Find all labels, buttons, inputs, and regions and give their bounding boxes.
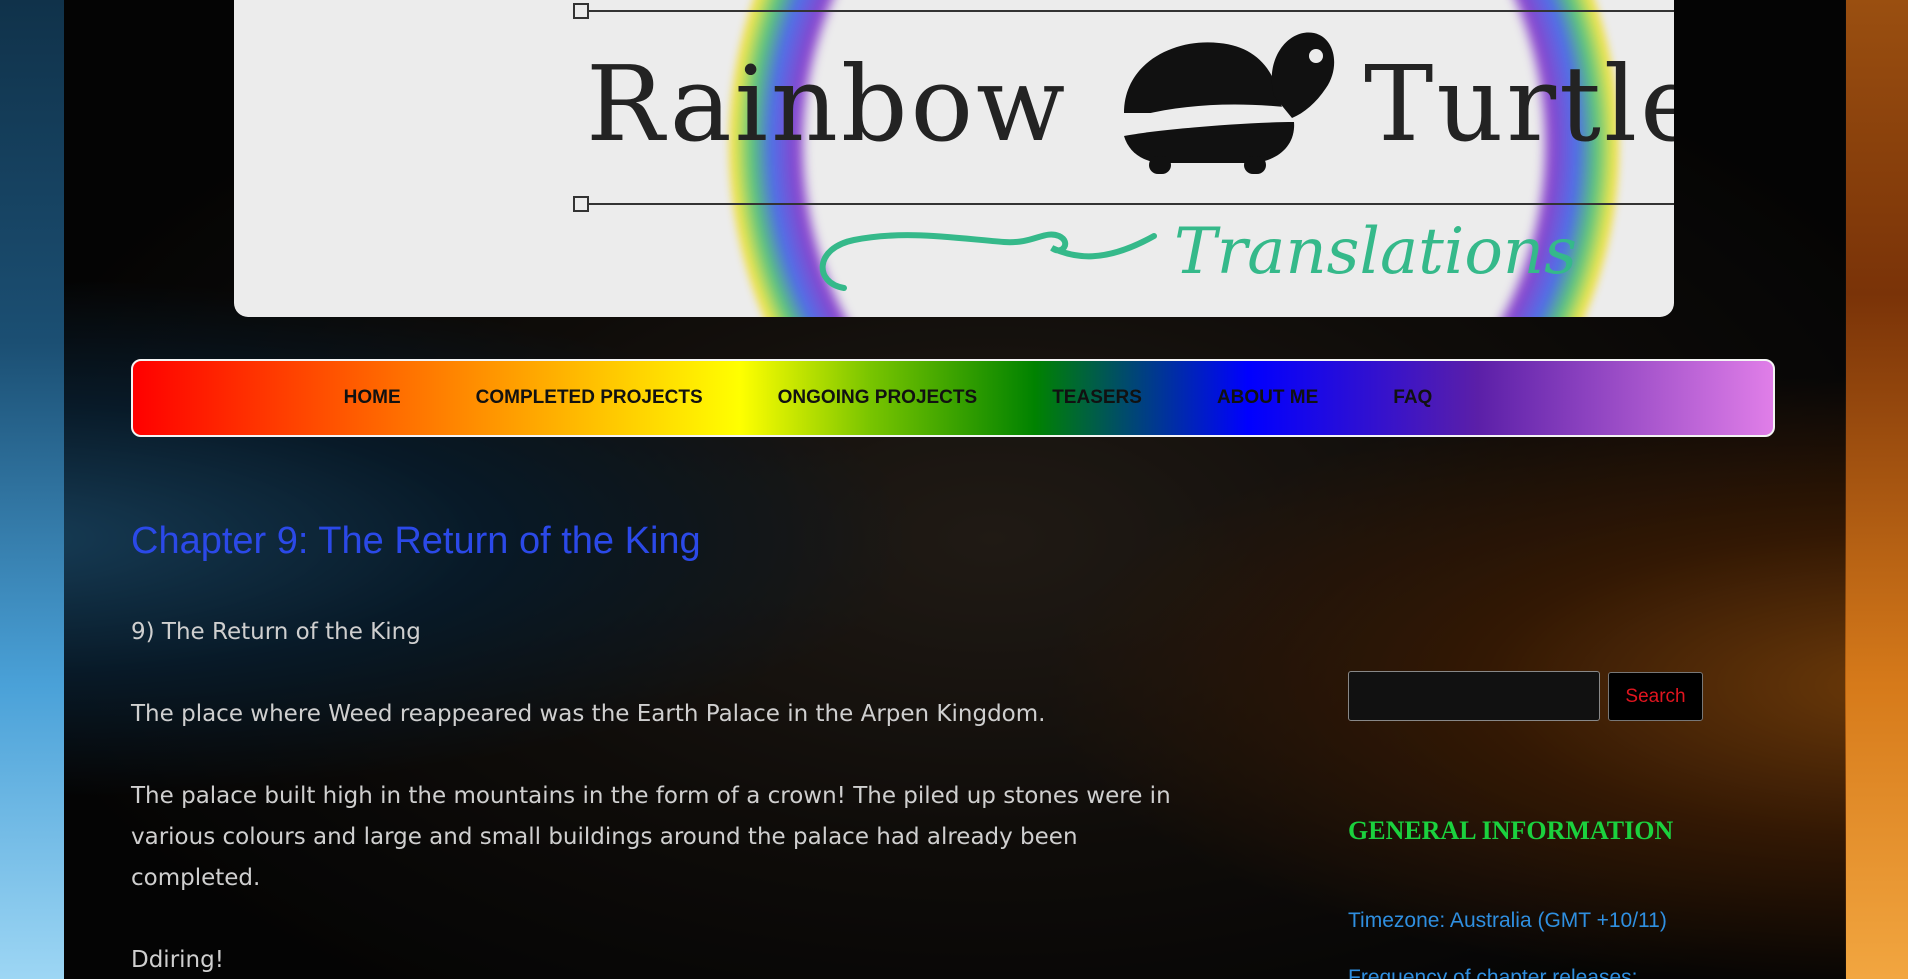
logo-rule-end xyxy=(573,3,589,19)
logo-bottom-rule xyxy=(579,203,1674,205)
logo-title-rainbow: Rainbow xyxy=(586,43,1069,165)
page: Rainbow Turtle Translations HOME COMPLET… xyxy=(0,0,1908,979)
nav-item-ongoing-projects[interactable]: ONGOING PROJECTS xyxy=(778,387,978,409)
search-button[interactable]: Search xyxy=(1608,672,1703,721)
post-body: 9) The Return of the King The place wher… xyxy=(131,612,1206,979)
post-paragraph: The palace built high in the mountains i… xyxy=(131,783,1171,891)
turtle-icon xyxy=(1114,32,1335,174)
post-paragraph: Ddiring! xyxy=(131,947,224,973)
post-paragraph: 9) The Return of the King xyxy=(131,619,421,645)
timezone-link[interactable]: Timezone: Australia (GMT +10/11) xyxy=(1348,909,1667,933)
logo-rule-end xyxy=(573,196,589,212)
flourish-decoration xyxy=(819,231,1157,291)
widget-title-general-information: GENERAL INFORMATION xyxy=(1348,816,1674,845)
release-frequency-link[interactable]: Frequency of chapter releases: ... xyxy=(1348,966,1661,979)
post-title[interactable]: Chapter 9: The Return of the King xyxy=(131,520,701,563)
logo-subtitle: Translations xyxy=(1174,215,1577,289)
background-right-art xyxy=(1846,0,1908,979)
background-left-art xyxy=(0,0,64,979)
nav-item-completed-projects[interactable]: COMPLETED PROJECTS xyxy=(476,387,703,409)
site-logo[interactable]: Rainbow Turtle Translations xyxy=(234,0,1674,317)
nav-item-faq[interactable]: FAQ xyxy=(1393,387,1432,409)
post-paragraph: The place where Weed reappeared was the … xyxy=(131,701,1046,727)
nav-item-home[interactable]: HOME xyxy=(344,387,401,409)
logo-title-turtle: Turtle xyxy=(1364,43,1674,165)
logo-top-rule xyxy=(579,10,1674,12)
search-input[interactable] xyxy=(1348,671,1600,721)
main-navigation: HOME COMPLETED PROJECTS ONGOING PROJECTS… xyxy=(131,359,1775,437)
nav-item-about-me[interactable]: ABOUT ME xyxy=(1217,387,1318,409)
nav-item-teasers[interactable]: TEASERS xyxy=(1052,387,1142,409)
